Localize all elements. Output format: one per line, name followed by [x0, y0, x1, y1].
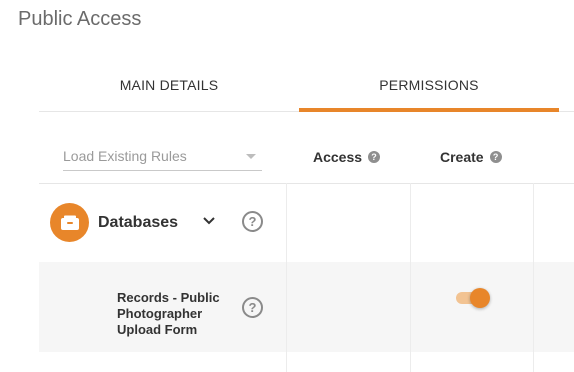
tab-permissions[interactable]: PERMISSIONS [299, 70, 559, 112]
load-existing-rules-dropdown[interactable]: Load Existing Rules [63, 143, 262, 171]
column-header-access-label: Access [313, 149, 363, 165]
chevron-down-icon[interactable] [201, 212, 217, 228]
section-row-databases: Databases ? [39, 184, 574, 262]
section-label: Databases [98, 214, 179, 231]
help-icon[interactable]: ? [242, 297, 263, 318]
toggle-knob [470, 288, 490, 308]
column-header-create: Create ? [440, 149, 502, 165]
question-icon[interactable]: ? [489, 151, 502, 163]
tab-bar: MAIN DETAILS PERMISSIONS [39, 70, 574, 112]
column-header-create-label: Create [440, 149, 484, 165]
database-icon [50, 203, 89, 242]
tab-main-details[interactable]: MAIN DETAILS [39, 70, 299, 111]
column-divider [286, 183, 287, 372]
question-icon[interactable]: ? [368, 151, 381, 163]
table-row: Records - Public Photographer Upload For… [39, 262, 574, 352]
create-toggle[interactable] [456, 287, 492, 309]
help-icon[interactable]: ? [242, 211, 263, 232]
record-label: Records - Public Photographer Upload For… [117, 290, 220, 337]
column-divider [533, 183, 534, 372]
page-title: Public Access [18, 8, 142, 30]
caret-down-icon [246, 154, 256, 159]
column-header-access: Access ? [313, 149, 381, 165]
column-divider [410, 183, 411, 372]
load-existing-rules-placeholder: Load Existing Rules [63, 148, 187, 164]
